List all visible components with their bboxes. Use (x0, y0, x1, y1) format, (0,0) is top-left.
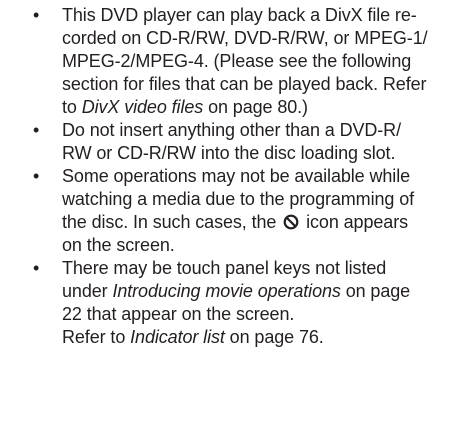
bullet-marker: • (33, 258, 40, 278)
cross-reference-divx-video-files: DivX video files (81, 97, 204, 117)
text-line: This DVD player can play back a DivX fil… (62, 5, 417, 25)
text-line: Refer to Indicator list on page 76. (62, 327, 324, 347)
list-item-disc-slot-warning: • Do not insert anything other than a DV… (0, 119, 459, 165)
manual-page: • This DVD player can play back a DivX f… (0, 0, 459, 421)
text-line: 22 that appear on the screen. (62, 304, 295, 324)
list-item-unavailable-operations: • Some operations may not be available w… (0, 165, 459, 257)
text-line: MPEG-2/MPEG-4. (Please see the following (62, 51, 412, 71)
text-line: on the screen. (62, 235, 175, 255)
text-line: RW or CD-R/RW into the disc loading slot… (62, 143, 396, 163)
text-line: section for files that can be played bac… (62, 74, 427, 94)
notes-list: • This DVD player can play back a DivX f… (0, 4, 459, 349)
text-line: the disc. In such cases, the icon appear… (62, 212, 408, 232)
list-item-divx-playback: • This DVD player can play back a DivX f… (0, 4, 459, 119)
bullet-marker: • (33, 166, 40, 186)
bullet-marker: • (33, 120, 40, 140)
text-line: under Introducing movie operations on pa… (62, 281, 411, 301)
text-line: corded on CD-R/RW, DVD-R/RW, or MPEG-1/ (62, 28, 428, 48)
text-line: There may be touch panel keys not listed (62, 258, 387, 278)
prohibited-icon (283, 214, 299, 230)
cross-reference-introducing-movie-operations: Introducing movie operations (112, 281, 341, 301)
cross-reference-indicator-list: Indicator list (130, 327, 225, 347)
bullet-marker: • (33, 5, 40, 25)
text-line: watching a media due to the programming … (62, 189, 415, 209)
list-item-touch-panel-keys: • There may be touch panel keys not list… (0, 257, 459, 349)
text-line: Some operations may not be available whi… (62, 166, 411, 186)
text-line: to DivX video files on page 80.) (62, 97, 308, 117)
text-line: Do not insert anything other than a DVD-… (62, 120, 401, 140)
